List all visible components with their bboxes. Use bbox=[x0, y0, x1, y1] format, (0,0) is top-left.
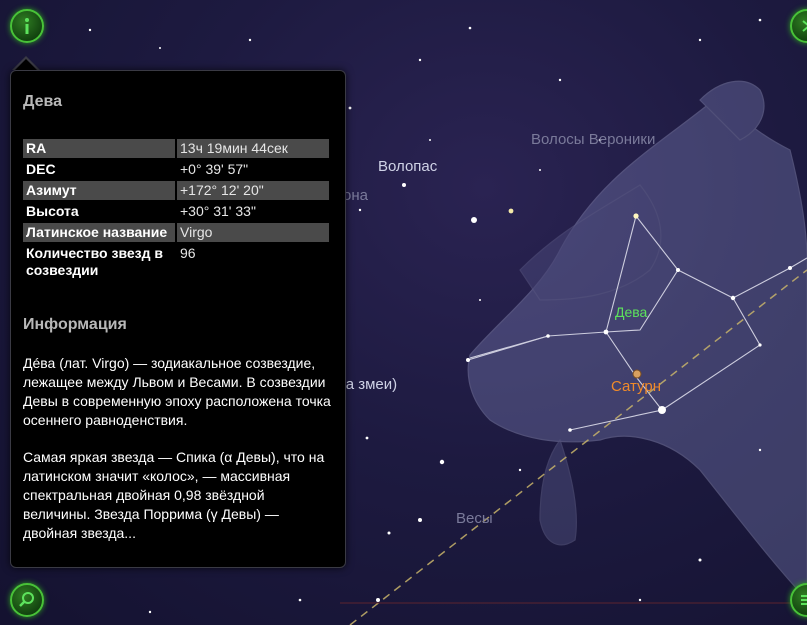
chevron-right-icon bbox=[802, 20, 807, 32]
property-key: DEC bbox=[26, 161, 56, 177]
label-coma-berenices[interactable]: Волосы Вероники bbox=[531, 131, 655, 148]
property-row-ra: RA 13ч 19мин 44сек bbox=[23, 139, 329, 158]
info-button[interactable] bbox=[10, 9, 44, 43]
property-value: +30° 31' 33" bbox=[180, 203, 256, 219]
constellation-info-panel[interactable]: Дева RA 13ч 19мин 44сек DEC +0° 39' 57" … bbox=[10, 70, 346, 568]
property-row-latin-name: Латинское название Virgo bbox=[23, 223, 329, 242]
saturn-planet bbox=[632, 369, 642, 379]
property-row-star-count: Количество звезд в созвездии 96 bbox=[23, 244, 329, 280]
property-row-dec: DEC +0° 39' 57" bbox=[23, 160, 329, 179]
property-key: Латинское название bbox=[23, 223, 175, 242]
property-value: Virgo bbox=[177, 223, 329, 242]
label-bootes[interactable]: Волопас bbox=[378, 158, 437, 175]
property-key: RA bbox=[23, 139, 175, 158]
property-value: 96 bbox=[180, 245, 196, 261]
property-key: Азимут bbox=[23, 181, 175, 200]
properties-table: RA 13ч 19мин 44сек DEC +0° 39' 57" Азиму… bbox=[21, 137, 331, 282]
label-saturn[interactable]: Сатурн bbox=[611, 378, 661, 395]
property-value: +0° 39' 57" bbox=[180, 161, 249, 177]
search-button[interactable] bbox=[10, 583, 44, 617]
info-paragraph-1: Дéва (лат. Virgo) — зодиакальное созвезд… bbox=[23, 355, 331, 428]
label-virgo[interactable]: Дева bbox=[615, 304, 647, 320]
property-value: 13ч 19мин 44сек bbox=[177, 139, 329, 158]
label-libra[interactable]: Весы bbox=[456, 510, 493, 527]
search-icon bbox=[19, 592, 34, 607]
virgo-constellation-art bbox=[467, 80, 807, 601]
property-key: Количество звезд в созвездии bbox=[26, 245, 163, 278]
label-serpens-partial[interactable]: та змеи) bbox=[339, 376, 397, 393]
property-row-azimuth: Азимут +172° 12' 20" bbox=[23, 181, 329, 200]
property-value: +172° 12' 20" bbox=[177, 181, 329, 200]
info-heading: Информация bbox=[23, 316, 127, 333]
info-paragraph-2: Самая яркая звезда — Спика (α Девы), что… bbox=[23, 449, 325, 541]
panel-title: Дева bbox=[23, 93, 63, 110]
property-row-altitude: Высота +30° 31' 33" bbox=[23, 202, 329, 221]
info-icon bbox=[25, 18, 29, 34]
menu-icon bbox=[801, 595, 807, 605]
label-partial-ona[interactable]: она bbox=[343, 187, 368, 204]
property-key: Высота bbox=[26, 203, 79, 219]
